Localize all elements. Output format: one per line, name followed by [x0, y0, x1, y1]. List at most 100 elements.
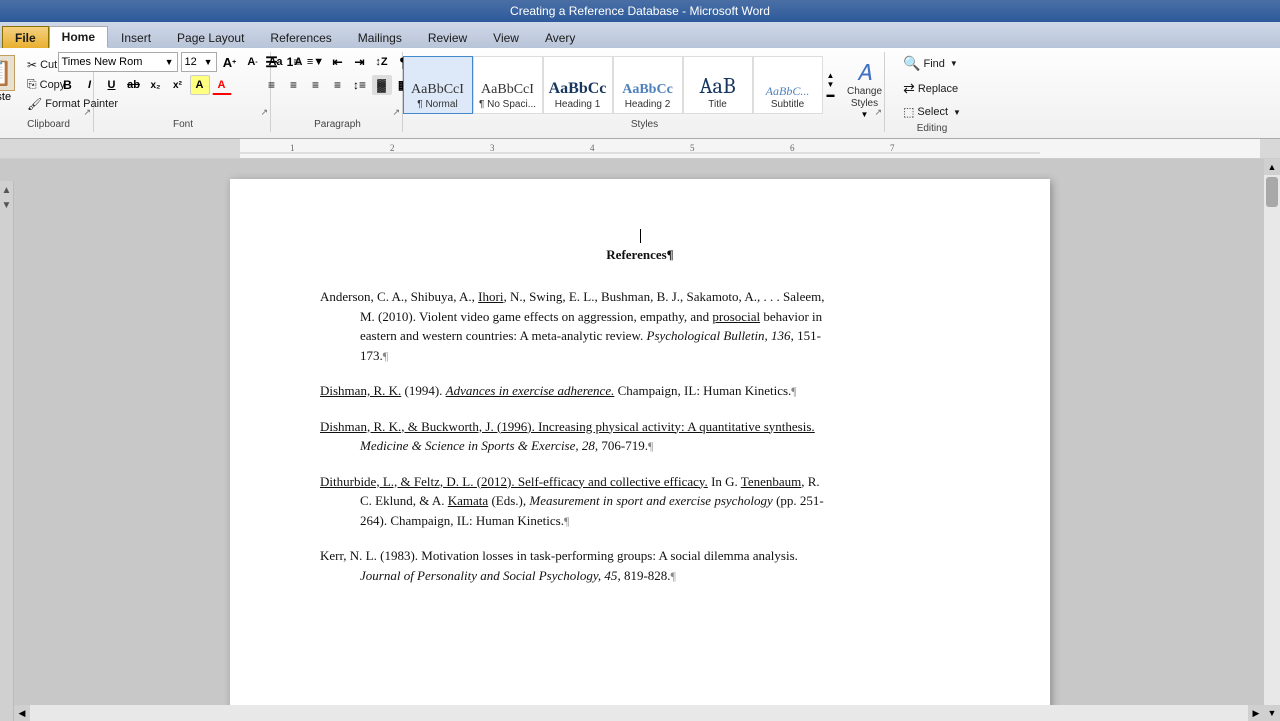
font-size-dropdown[interactable]: ▼	[204, 57, 213, 67]
styles-expand[interactable]: ↗	[874, 107, 882, 118]
find-dropdown[interactable]: ▼	[950, 59, 958, 68]
style-title[interactable]: AaB Title	[683, 56, 753, 114]
align-center-button[interactable]: ≡	[284, 75, 304, 95]
style-heading1[interactable]: AaBbCc Heading 1	[543, 56, 613, 114]
style-subtitle[interactable]: AaBbC... Subtitle	[753, 56, 823, 114]
tab-view[interactable]: View	[480, 26, 532, 48]
table-row: Dithurbide, L., & Feltz, D. L. (2012). S…	[320, 472, 960, 531]
scroll-left-button[interactable]: ◀	[14, 705, 30, 721]
italic-button[interactable]: I	[80, 75, 100, 95]
line-spacing-button[interactable]: ↕≡	[350, 75, 370, 95]
scroll-thumb[interactable]	[1266, 177, 1278, 207]
style-heading2-label: Heading 2	[625, 99, 671, 110]
entry3-pilcrow: ¶	[648, 439, 653, 453]
font-color-button[interactable]: A	[212, 75, 232, 95]
tab-references[interactable]: References	[257, 26, 344, 48]
strikethrough-button[interactable]: ab	[124, 75, 144, 95]
font-shrink-button[interactable]: A-	[243, 52, 263, 72]
svg-text:2: 2	[390, 143, 395, 153]
bold-button[interactable]: B	[58, 75, 78, 95]
subscript-button[interactable]: x₂	[146, 75, 166, 95]
text-cursor	[640, 229, 641, 243]
sort-button[interactable]: ↕Z	[372, 52, 392, 72]
find-icon: 🔍	[903, 55, 920, 72]
font-size-input[interactable]: 12 ▼	[181, 52, 217, 72]
scroll-up-button[interactable]: ▲	[1264, 159, 1280, 175]
style-no-spacing-preview: AaBbCcI	[481, 83, 534, 97]
svg-text:3: 3	[490, 143, 495, 153]
entry1-cont2: eastern and western countries: A meta-an…	[320, 326, 960, 346]
title-bar: Creating a Reference Database - Microsof…	[0, 0, 1280, 22]
numbering-button[interactable]: 1≡	[284, 52, 304, 72]
increase-indent-button[interactable]: ⇥	[350, 52, 370, 72]
change-styles-dropdown[interactable]: ▼	[861, 110, 869, 119]
font-grow-button[interactable]: A+	[220, 52, 240, 72]
scroll-right-button[interactable]: ▶	[1248, 705, 1264, 721]
styles-expand-icon[interactable]: ▬	[827, 90, 835, 100]
ruler-content: 1 2 3 4 5 6 7	[240, 139, 1260, 158]
font-name-dropdown[interactable]: ▼	[165, 57, 174, 67]
scroll-track-h	[30, 705, 1248, 721]
table-row: Dishman, R. K., & Buckworth, J. (1996). …	[320, 417, 960, 456]
superscript-button[interactable]: x²	[168, 75, 188, 95]
entry4-authors: Dithurbide, L., & Feltz, D. L. (2012). S…	[320, 474, 708, 489]
justify-button[interactable]: ≡	[328, 75, 348, 95]
replace-button[interactable]: ⇄ Replace	[896, 77, 965, 100]
select-button[interactable]: ⬚ Select ▼	[896, 102, 968, 122]
style-heading2[interactable]: AaBbCc Heading 2	[613, 56, 683, 114]
entry1-first-line: Anderson, C. A., Shibuya, A., Ihori, N.,…	[320, 287, 960, 307]
style-heading1-preview: AaBbCc	[549, 81, 607, 97]
replace-icon: ⇄	[903, 80, 915, 97]
select-dropdown[interactable]: ▼	[953, 108, 961, 117]
svg-text:7: 7	[890, 143, 895, 153]
bullets-button[interactable]: ☰	[262, 52, 282, 72]
shading-button[interactable]: ▓	[372, 75, 392, 95]
tab-mailings[interactable]: Mailings	[345, 26, 415, 48]
tab-page-layout[interactable]: Page Layout	[164, 26, 257, 48]
align-left-button[interactable]: ≡	[262, 75, 282, 95]
styles-label: Styles	[405, 119, 884, 130]
left-panel-arrow-down[interactable]: ▼	[2, 200, 12, 211]
svg-text:4: 4	[590, 143, 595, 153]
style-title-label: Title	[708, 99, 727, 110]
change-styles-icon: 𝐴	[857, 60, 872, 86]
paste-icon: 📋	[0, 55, 15, 91]
font-name-input[interactable]: Times New Rom ▼	[58, 52, 178, 72]
tab-avery[interactable]: Avery	[532, 26, 588, 48]
scroll-down-button[interactable]: ▼	[1264, 705, 1280, 721]
align-right-button[interactable]: ≡	[306, 75, 326, 95]
entry1-prosocial: prosocial	[712, 309, 760, 324]
paragraph-label: Paragraph	[273, 119, 402, 130]
styles-scroll-down[interactable]: ▼	[827, 80, 835, 90]
multilevel-button[interactable]: ≡▼	[306, 52, 326, 72]
style-heading2-preview: AaBbCc	[622, 83, 673, 97]
style-no-spacing[interactable]: AaBbCcI ¶ No Spaci...	[473, 56, 543, 114]
entry1-pilcrow: ¶	[383, 349, 388, 363]
find-button[interactable]: 🔍 Find ▼	[896, 52, 965, 75]
references-heading: References¶	[320, 247, 960, 263]
change-styles-button[interactable]: 𝐴 Change Styles ▼	[839, 53, 891, 117]
font-label: Font	[96, 119, 270, 130]
styles-scroll-up[interactable]: ▲	[827, 71, 835, 81]
left-panel: ▲ ▼	[0, 181, 14, 721]
cursor-area-top[interactable]	[320, 229, 960, 243]
styles-more-button[interactable]: ▲ ▼ ▬	[823, 56, 839, 114]
left-panel-arrow-up[interactable]: ▲	[2, 185, 12, 196]
svg-text:5: 5	[690, 143, 695, 153]
document-area: ▲ ▼ References¶ Anderson, C. A., Shibuya…	[0, 159, 1280, 721]
tab-insert[interactable]: Insert	[108, 26, 164, 48]
text-highlight-button[interactable]: A	[190, 75, 210, 95]
paragraph-expand[interactable]: ↗	[392, 107, 400, 118]
entry5-journal: Journal of Personality and Social Psycho…	[360, 568, 617, 583]
paste-button[interactable]: 📋 Paste	[0, 52, 20, 106]
ruler-margin-right	[1260, 139, 1280, 158]
tab-home[interactable]: Home	[49, 26, 108, 48]
style-subtitle-label: Subtitle	[771, 99, 804, 110]
tab-file[interactable]: File	[2, 26, 49, 48]
entry3-journal: Medicine & Science in Sports & Exercise,…	[360, 438, 595, 453]
decrease-indent-button[interactable]: ⇤	[328, 52, 348, 72]
tab-review[interactable]: Review	[415, 26, 480, 48]
underline-button[interactable]: U	[102, 75, 122, 95]
scrollbar-right: ▲ ▼	[1264, 159, 1280, 721]
style-normal[interactable]: AaBbCcI ¶ Normal	[403, 56, 473, 114]
